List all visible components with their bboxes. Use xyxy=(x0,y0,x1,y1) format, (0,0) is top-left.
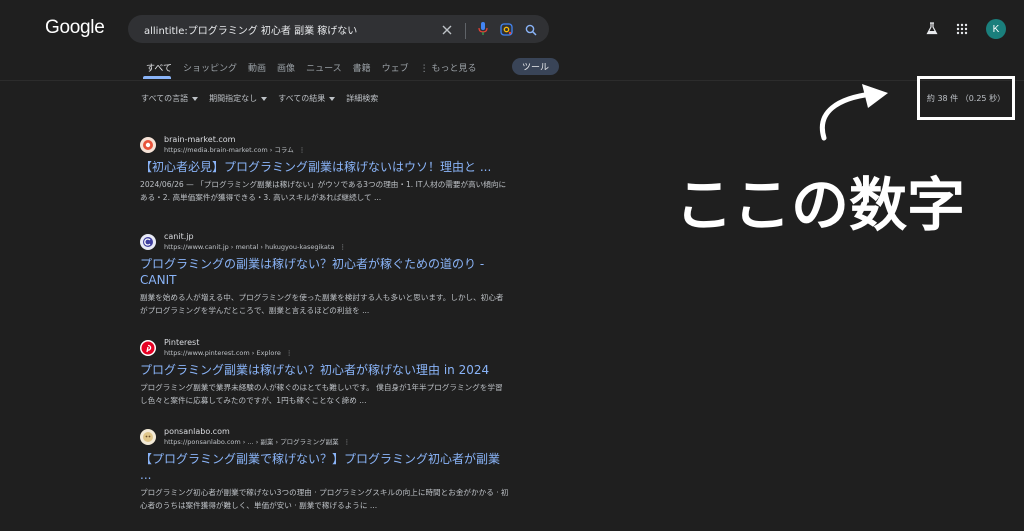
google-logo[interactable]: Google xyxy=(45,17,105,39)
search-icon[interactable] xyxy=(525,21,537,40)
clear-icon[interactable] xyxy=(441,21,453,40)
brain-market-favicon-icon xyxy=(140,137,156,153)
canit-favicon-icon xyxy=(140,234,156,250)
caret-down-icon xyxy=(329,96,336,101)
filter-time[interactable]: 期間指定なし xyxy=(209,93,268,104)
tab-more[interactable]: ⋮ もっと見る xyxy=(420,61,477,74)
tab-videos[interactable]: 動画 xyxy=(248,61,266,74)
lens-icon[interactable] xyxy=(500,21,513,40)
search-result: canit.jp https://www.canit.jp › mental ›… xyxy=(140,231,510,317)
more-vert-icon: ⋮ xyxy=(419,64,429,74)
result-site-name[interactable]: canit.jp xyxy=(164,231,346,242)
account-avatar[interactable]: K xyxy=(986,19,1006,39)
ponsanlabo-favicon-icon xyxy=(140,429,156,445)
result-url[interactable]: https://www.pinterest.com › Explore xyxy=(164,349,281,357)
result-url[interactable]: https://www.canit.jp › mental › hukugyou… xyxy=(164,243,334,251)
search-result: Pinterest https://www.pinterest.com › Ex… xyxy=(140,337,510,407)
result-site-name[interactable]: brain-market.com xyxy=(164,134,305,145)
pinterest-favicon-icon xyxy=(140,340,156,356)
result-stats: 約 38 件 （0.25 秒） xyxy=(926,93,1006,103)
result-site-name[interactable]: Pinterest xyxy=(164,337,292,348)
tab-all[interactable]: すべて xyxy=(146,61,172,74)
labs-flask-icon[interactable] xyxy=(926,20,938,39)
tab-shopping[interactable]: ショッピング xyxy=(183,61,237,74)
annotation-arrow-icon xyxy=(819,84,888,141)
caret-down-icon xyxy=(261,96,268,101)
result-snippet: 2024/06/26 — 「プログラミング副業は稼げない」がウソである3つの理由… xyxy=(140,180,507,202)
result-site-name[interactable]: ponsanlabo.com xyxy=(164,426,350,437)
more-options-icon[interactable]: ⋮ xyxy=(339,243,346,251)
result-url[interactable]: https://media.brain-market.com › コラム xyxy=(164,146,294,154)
caret-down-icon xyxy=(192,96,199,101)
tab-books[interactable]: 書籍 xyxy=(353,61,371,74)
search-result: brain-market.com https://media.brain-mar… xyxy=(140,134,510,204)
apps-grid-icon[interactable] xyxy=(956,20,968,39)
search-box[interactable] xyxy=(128,15,549,43)
search-divider xyxy=(465,22,466,39)
active-tab-indicator xyxy=(143,76,171,79)
search-tabs: すべて ショッピング 動画 画像 ニュース 書籍 ウェブ ⋮ もっと見る xyxy=(146,61,488,74)
filter-results[interactable]: すべての結果 xyxy=(278,93,336,104)
result-title-link[interactable]: プログラミング副業は稼げない？初心者が稼げない理由 in 2024 xyxy=(140,362,510,378)
filter-language[interactable]: すべての言語 xyxy=(141,93,199,104)
result-snippet: プログラミング副業で業界未経験の人が稼ぐのはとても難しいです。 僕自身が1年半プ… xyxy=(140,383,503,405)
filter-time-label: 期間指定なし xyxy=(209,94,258,103)
tab-images[interactable]: 画像 xyxy=(277,61,295,74)
result-title-link[interactable]: プログラミングの副業は稼げない？初心者が稼ぐための道のり - CANIT xyxy=(140,256,510,288)
result-stats-highlight: 約 38 件 （0.25 秒） xyxy=(917,76,1015,120)
filter-bar: すべての言語 期間指定なし すべての結果 詳細検索 xyxy=(141,93,389,104)
more-options-icon[interactable]: ⋮ xyxy=(286,349,293,357)
more-options-icon[interactable]: ⋮ xyxy=(299,146,306,154)
advanced-search-link[interactable]: 詳細検索 xyxy=(346,93,378,104)
tab-web[interactable]: ウェブ xyxy=(382,61,409,74)
tab-news[interactable]: ニュース xyxy=(306,61,342,74)
header-actions: K xyxy=(926,19,1006,39)
result-snippet: プログラミング初心者が副業で稼げない3つの理由 · プログラミングスキルの向上に… xyxy=(140,488,509,510)
microphone-icon[interactable] xyxy=(478,21,488,40)
annotation-label: ここの数字 xyxy=(675,171,966,239)
result-title-link[interactable]: 【プログラミング副業で稼げない？】プログラミング初心者が副業 ... xyxy=(140,451,510,483)
result-url[interactable]: https://ponsanlabo.com › ... › 副業 › プログラ… xyxy=(164,438,339,446)
result-snippet: 副業を始める人が増える中、プログラミングを使った副業を検討する人も多いと思います… xyxy=(140,293,504,315)
filter-results-label: すべての結果 xyxy=(278,94,326,103)
filter-language-label: すべての言語 xyxy=(141,94,189,103)
more-options-icon[interactable]: ⋮ xyxy=(344,438,351,446)
search-input[interactable] xyxy=(142,22,436,36)
tab-more-label: もっと見る xyxy=(431,64,477,74)
header-divider xyxy=(0,80,1024,81)
search-result: ponsanlabo.com https://ponsanlabo.com › … xyxy=(140,426,510,512)
tools-button[interactable]: ツール xyxy=(512,58,560,75)
result-title-link[interactable]: 【初心者必見】プログラミング副業は稼げないはウソ！理由と ... xyxy=(140,159,510,175)
